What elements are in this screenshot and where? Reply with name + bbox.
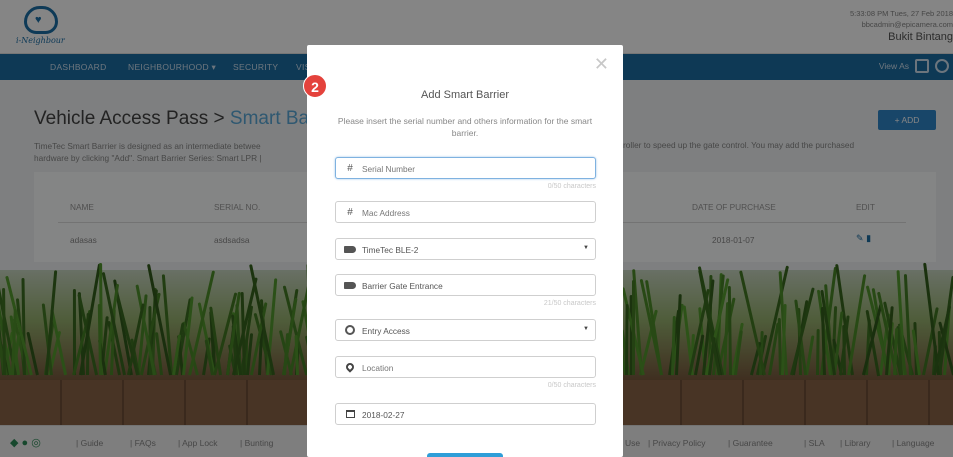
- hash-icon: #: [347, 207, 353, 218]
- purchase-date-value: 2018-02-27: [362, 410, 405, 420]
- chevron-down-icon: ▼: [583, 326, 589, 332]
- modal-description: Please insert the serial number and othe…: [337, 116, 593, 138]
- hash-icon: #: [347, 163, 353, 174]
- access-type-selected-value: Entry Access: [362, 326, 410, 336]
- access-type-select[interactable]: Entry Access ▼: [335, 319, 596, 341]
- submit-button[interactable]: [427, 453, 503, 457]
- location-input[interactable]: Location: [335, 356, 596, 378]
- mac-address-placeholder: Mac Address: [362, 208, 410, 218]
- serial-number-input[interactable]: # Serial Number: [335, 157, 596, 179]
- barrier-name-input[interactable]: Barrier Gate Entrance: [335, 274, 596, 296]
- purchase-date-input[interactable]: 2018-02-27: [335, 403, 596, 425]
- calendar-icon: [344, 408, 356, 422]
- location-counter: 0/50 characters: [547, 382, 596, 389]
- serial-counter: 0/50 characters: [547, 183, 596, 190]
- location-pin-icon: [344, 361, 356, 375]
- serial-number-placeholder: Serial Number: [362, 164, 416, 174]
- step-badge: 2: [303, 74, 327, 98]
- barrier-name-value: Barrier Gate Entrance: [362, 281, 443, 291]
- tag-icon: [344, 243, 356, 257]
- name-counter: 21/50 characters: [543, 300, 596, 307]
- tag-icon: [344, 279, 356, 293]
- mac-address-input[interactable]: # Mac Address: [335, 201, 596, 223]
- modal-title: Add Smart Barrier: [420, 89, 510, 101]
- close-icon[interactable]: ✕: [594, 55, 609, 73]
- add-smart-barrier-modal: ✕ Add Smart Barrier Please insert the se…: [307, 45, 623, 457]
- model-select[interactable]: TimeTec BLE-2 ▼: [335, 238, 596, 260]
- model-selected-value: TimeTec BLE-2: [362, 245, 419, 255]
- person-icon: [344, 324, 356, 339]
- chevron-down-icon: ▼: [583, 245, 589, 251]
- location-placeholder: Location: [362, 363, 394, 373]
